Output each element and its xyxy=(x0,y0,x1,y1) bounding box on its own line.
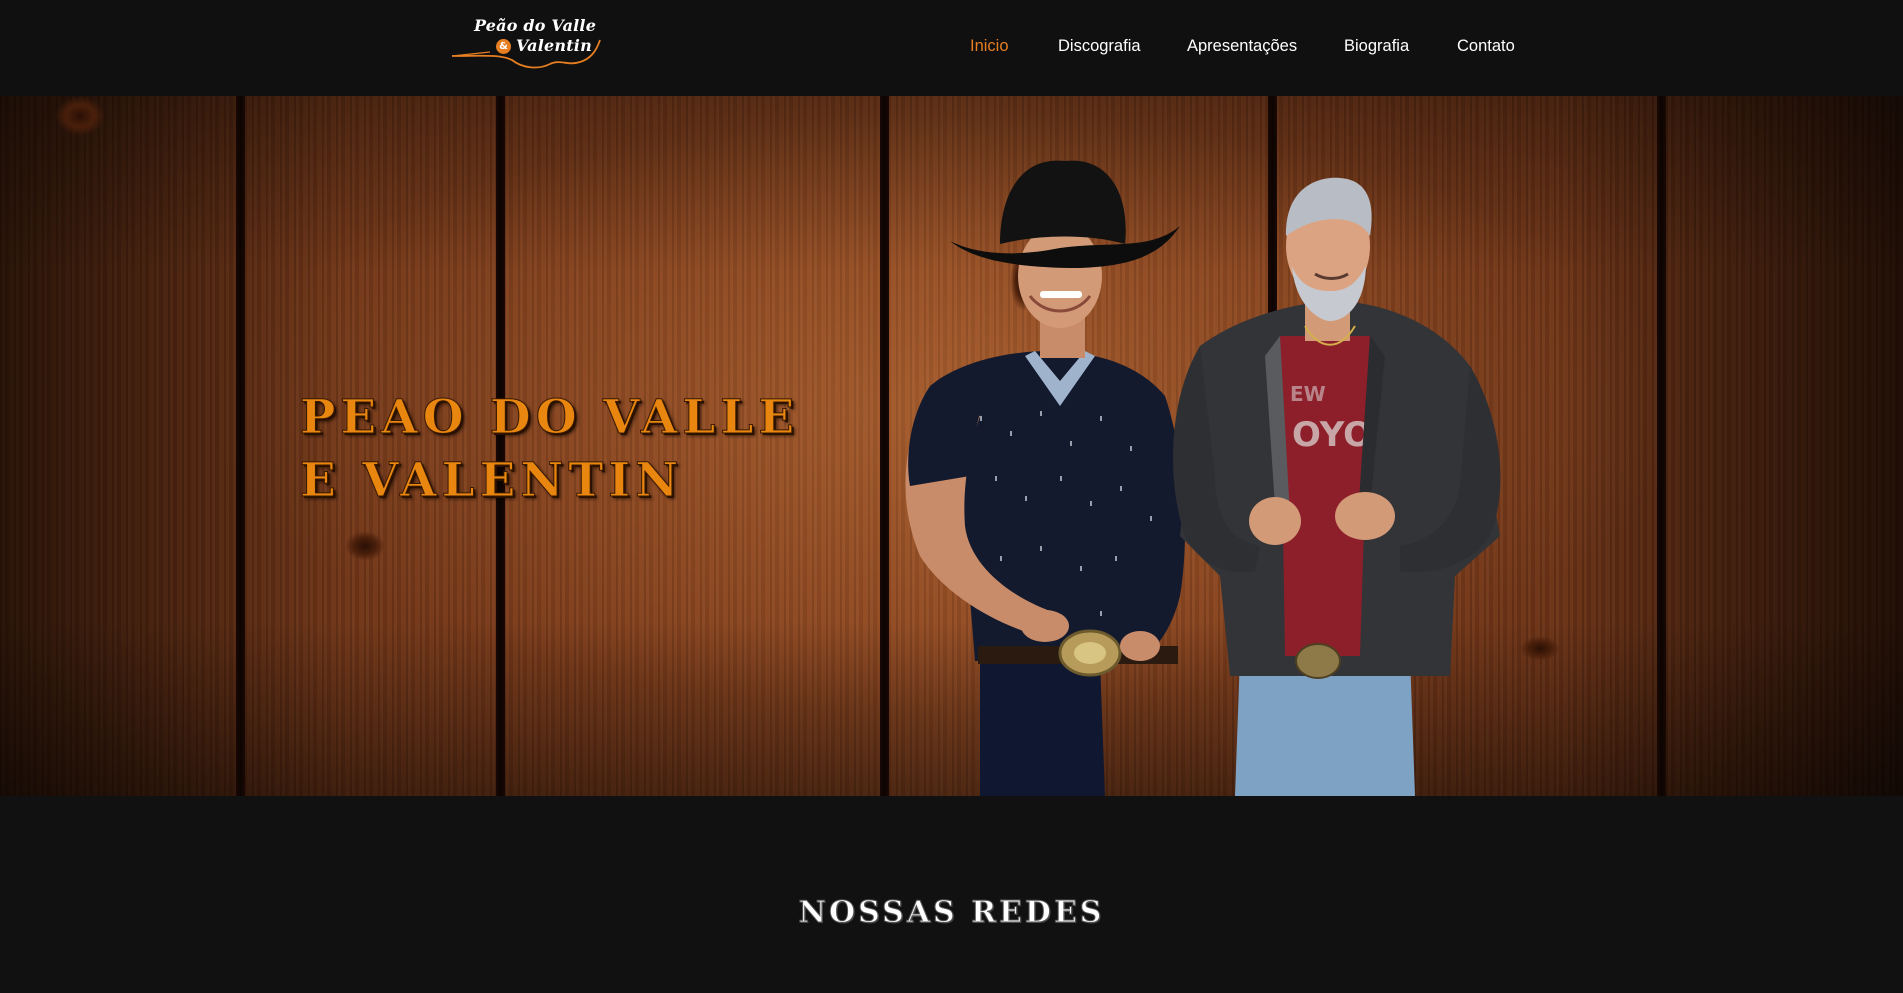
duo-photo-image: OYO EW xyxy=(905,160,1501,796)
hero-banner: PEAO DO VALLE E VALENTIN OYO EW xyxy=(0,96,1903,796)
section-title-nossas-redes: NOSSAS REDES xyxy=(798,895,1105,931)
site-header: Peão do Valle & Valentin Inicio Discogra… xyxy=(0,0,1903,96)
hero-title-line2: E VALENTIN xyxy=(299,453,684,509)
nav-item-discografia[interactable]: Discografia xyxy=(1058,37,1141,56)
logo-line1: Peão do Valle xyxy=(474,16,597,35)
nav-item-biografia[interactable]: Biografia xyxy=(1344,37,1409,56)
svg-text:OYO: OYO xyxy=(1292,415,1372,455)
wood-plank-gap xyxy=(880,96,889,796)
nav-item-inicio[interactable]: Inicio xyxy=(970,37,1009,56)
svg-text:EW: EW xyxy=(1290,382,1326,406)
main-nav: Inicio Discografia Apresentações Biograf… xyxy=(0,37,1903,59)
hero-title: PEAO DO VALLE E VALENTIN xyxy=(299,386,800,512)
wood-knot xyxy=(345,531,385,561)
wood-plank-gap xyxy=(1657,96,1666,796)
hero-title-line1: PEAO DO VALLE xyxy=(299,390,800,446)
duo-photo: OYO EW xyxy=(900,156,1600,796)
wood-plank-gap xyxy=(236,96,245,796)
nav-item-apresentacoes[interactable]: Apresentações xyxy=(1187,37,1297,56)
nav-item-contato[interactable]: Contato xyxy=(1457,37,1515,56)
wood-knot xyxy=(55,96,105,136)
page: Peão do Valle & Valentin Inicio Discogra… xyxy=(0,0,1903,993)
